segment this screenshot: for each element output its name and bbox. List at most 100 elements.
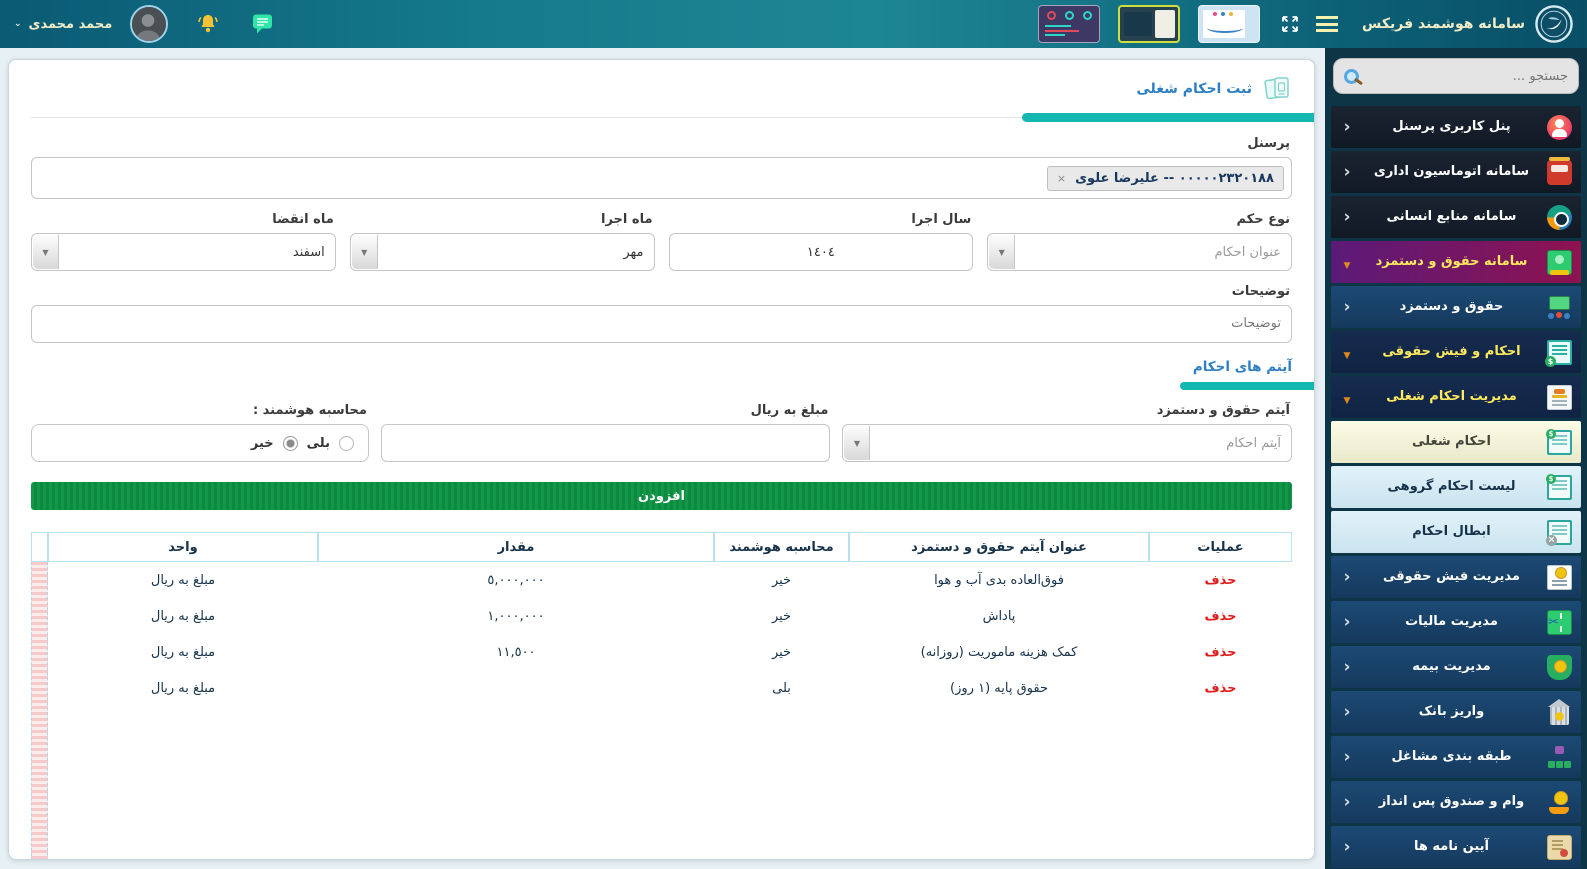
decree-type-placeholder: عنوان احکام — [1214, 245, 1281, 260]
user-name: محمد محمدی — [29, 17, 113, 32]
cell-amount: ١١,٥٠٠ — [318, 634, 714, 670]
dropdown-arrow-icon[interactable] — [989, 235, 1015, 269]
exec-year-input[interactable] — [669, 233, 974, 271]
chevron-icon — [1340, 657, 1354, 677]
exec-year-label: سال اجرا — [671, 212, 972, 227]
expiry-month-value: اسفند — [293, 245, 325, 260]
decree-type-label: نوع حکم — [989, 212, 1290, 227]
delete-button[interactable]: حذف — [1205, 573, 1237, 588]
sidebar-item[interactable]: ابطال احکام — [1331, 511, 1581, 553]
search-input[interactable] — [1367, 69, 1568, 84]
chevron-icon — [1340, 117, 1354, 137]
personnel-select[interactable]: ٠٠٠٠٠٢٣٢٠١٨٨ -- علیرضا علوی × — [31, 157, 1292, 199]
fullscreen-expand-icon[interactable] — [1280, 14, 1300, 34]
sidebar-item[interactable]: پنل کاربری پرسنل — [1331, 106, 1581, 148]
sidebar-item-icon — [1547, 565, 1572, 590]
user-avatar[interactable] — [130, 5, 168, 43]
description-textarea[interactable] — [31, 305, 1292, 343]
expiry-month-select[interactable]: اسفند — [31, 233, 336, 271]
main-content-card: ثبت احکام شغلی پرسنل ٠٠٠٠٠٢٣٢٠١٨٨ -- علی… — [8, 59, 1315, 860]
app-title: سامانه هوشمند فریکس — [1362, 16, 1525, 32]
sidebar-item-label: مدیریت فیش حقوقی — [1363, 569, 1540, 585]
sidebar-item-icon — [1547, 655, 1572, 680]
sidebar-item[interactable]: سامانه حقوق و دستمزد — [1331, 241, 1581, 283]
cell-item-title: پاداش — [849, 598, 1149, 634]
radio-yes[interactable] — [339, 436, 354, 451]
table-row: حذف کمک هزینه ماموریت (روزانه) خیر ١١,٥٠… — [31, 634, 1292, 670]
chevron-icon — [1340, 162, 1354, 182]
table-row: حذف پاداش خیر ١,٠٠٠,٠٠٠ مبلغ به ریال — [31, 598, 1292, 634]
cell-unit: مبلغ به ریال — [48, 598, 318, 634]
sidebar-item[interactable]: واریز بانک — [1331, 691, 1581, 733]
add-button[interactable]: افزودن — [31, 482, 1292, 510]
cell-unit: مبلغ به ریال — [48, 562, 318, 598]
chevron-icon — [1340, 567, 1354, 587]
personnel-tag: ٠٠٠٠٠٢٣٢٠١٨٨ -- علیرضا علوی × — [1047, 166, 1284, 191]
exec-month-select[interactable]: مهر — [350, 233, 655, 271]
smart-calc-radio-group: بلی خیر — [31, 424, 369, 462]
page-title: ثبت احکام شغلی — [1136, 81, 1252, 97]
menu-hamburger-icon[interactable] — [1316, 16, 1338, 32]
user-menu[interactable]: محمد محمدی ⌄ — [14, 17, 112, 32]
page-title-icon — [1262, 74, 1292, 104]
dashboard-theme-thumbnail-dark[interactable] — [1038, 5, 1100, 43]
table-scrollbar-strip[interactable] — [31, 562, 48, 860]
tag-remove-icon[interactable]: × — [1057, 172, 1066, 185]
sidebar-item-label: واریز بانک — [1363, 704, 1540, 720]
sidebar-item-label: مدیریت بیمه — [1363, 659, 1540, 675]
chevron-icon — [1340, 388, 1354, 407]
decree-type-select[interactable]: عنوان احکام — [987, 233, 1292, 271]
sidebar-item[interactable]: احکام شغلی — [1331, 421, 1581, 463]
sidebar-item[interactable]: مدیریت مالیات — [1331, 601, 1581, 643]
dashboard-theme-thumbnail-light[interactable] — [1198, 5, 1260, 43]
chevron-icon — [1340, 837, 1354, 857]
sidebar-item-icon — [1547, 385, 1572, 410]
sidebar-item-icon — [1547, 520, 1572, 545]
delete-button[interactable]: حذف — [1205, 681, 1237, 696]
sidebar-item[interactable]: حقوق و دستمزد — [1331, 286, 1581, 328]
salary-item-placeholder: آیتم احکام — [1226, 436, 1281, 451]
delete-button[interactable]: حذف — [1205, 645, 1237, 660]
sidebar-item[interactable]: مدیریت بیمه — [1331, 646, 1581, 688]
radio-yes-label: بلی — [307, 436, 330, 451]
cell-item-title: فوق‌العاده بدی آب و هوا — [849, 562, 1149, 598]
top-header-bar: سامانه هوشمند فریکس محمد محمدی ⌄ — [0, 0, 1587, 48]
table-body: حذف فوق‌العاده بدی آب و هوا خیر ٥,٠٠٠,٠٠… — [31, 562, 1292, 859]
search-icon — [1344, 69, 1359, 84]
delete-button[interactable]: حذف — [1205, 609, 1237, 624]
dropdown-arrow-icon[interactable] — [352, 235, 378, 269]
exec-month-label: ماه اجرا — [352, 212, 653, 227]
sidebar-item[interactable]: طبقه بندی مشاغل — [1331, 736, 1581, 778]
decree-items-table: عملیات عنوان آیتم حقوق و دستمزد محاسبه ه… — [31, 532, 1292, 859]
chevron-icon — [1340, 297, 1354, 317]
sidebar-item-icon — [1547, 295, 1572, 320]
sidebar-item[interactable]: مدیریت احکام شغلی — [1331, 376, 1581, 418]
sidebar-item[interactable]: آیین نامه ها — [1331, 826, 1581, 868]
dashboard-theme-thumbnail-selected[interactable] — [1118, 5, 1180, 43]
header-divider — [31, 113, 1292, 123]
sidebar-item[interactable]: سامانه منابع انسانی — [1331, 196, 1581, 238]
sidebar-item[interactable]: مدیریت فیش حقوقی — [1331, 556, 1581, 598]
table-row: حذف فوق‌العاده بدی آب و هوا خیر ٥,٠٠٠,٠٠… — [31, 562, 1292, 598]
dropdown-arrow-icon[interactable] — [844, 426, 870, 460]
cell-amount — [318, 670, 714, 706]
chat-messages-icon[interactable] — [250, 13, 274, 35]
sidebar-item-label: احکام و فیش حقوقی — [1363, 344, 1540, 360]
cell-smart-calc: خیر — [714, 634, 849, 670]
sidebar-item-label: ابطال احکام — [1363, 524, 1540, 540]
column-header-unit: واحد — [48, 532, 318, 562]
page-header: ثبت احکام شغلی — [31, 74, 1292, 104]
dropdown-arrow-icon[interactable] — [33, 235, 59, 269]
sidebar-item-label: مدیریت احکام شغلی — [1363, 389, 1540, 405]
notification-bell-icon[interactable] — [196, 13, 220, 35]
sidebar-item[interactable]: وام و صندوق پس انداز — [1331, 781, 1581, 823]
chevron-icon — [1340, 343, 1354, 362]
salary-item-select[interactable]: آیتم احکام — [842, 424, 1292, 462]
sidebar-item[interactable]: لیست احکام گروهی — [1331, 466, 1581, 508]
radio-no[interactable] — [283, 436, 298, 451]
exec-month-value: مهر — [623, 245, 643, 260]
amount-input[interactable] — [381, 424, 831, 462]
sidebar-item[interactable]: سامانه اتوماسیون اداری — [1331, 151, 1581, 193]
sidebar-item-icon — [1547, 115, 1572, 140]
sidebar-item[interactable]: احکام و فیش حقوقی — [1331, 331, 1581, 373]
